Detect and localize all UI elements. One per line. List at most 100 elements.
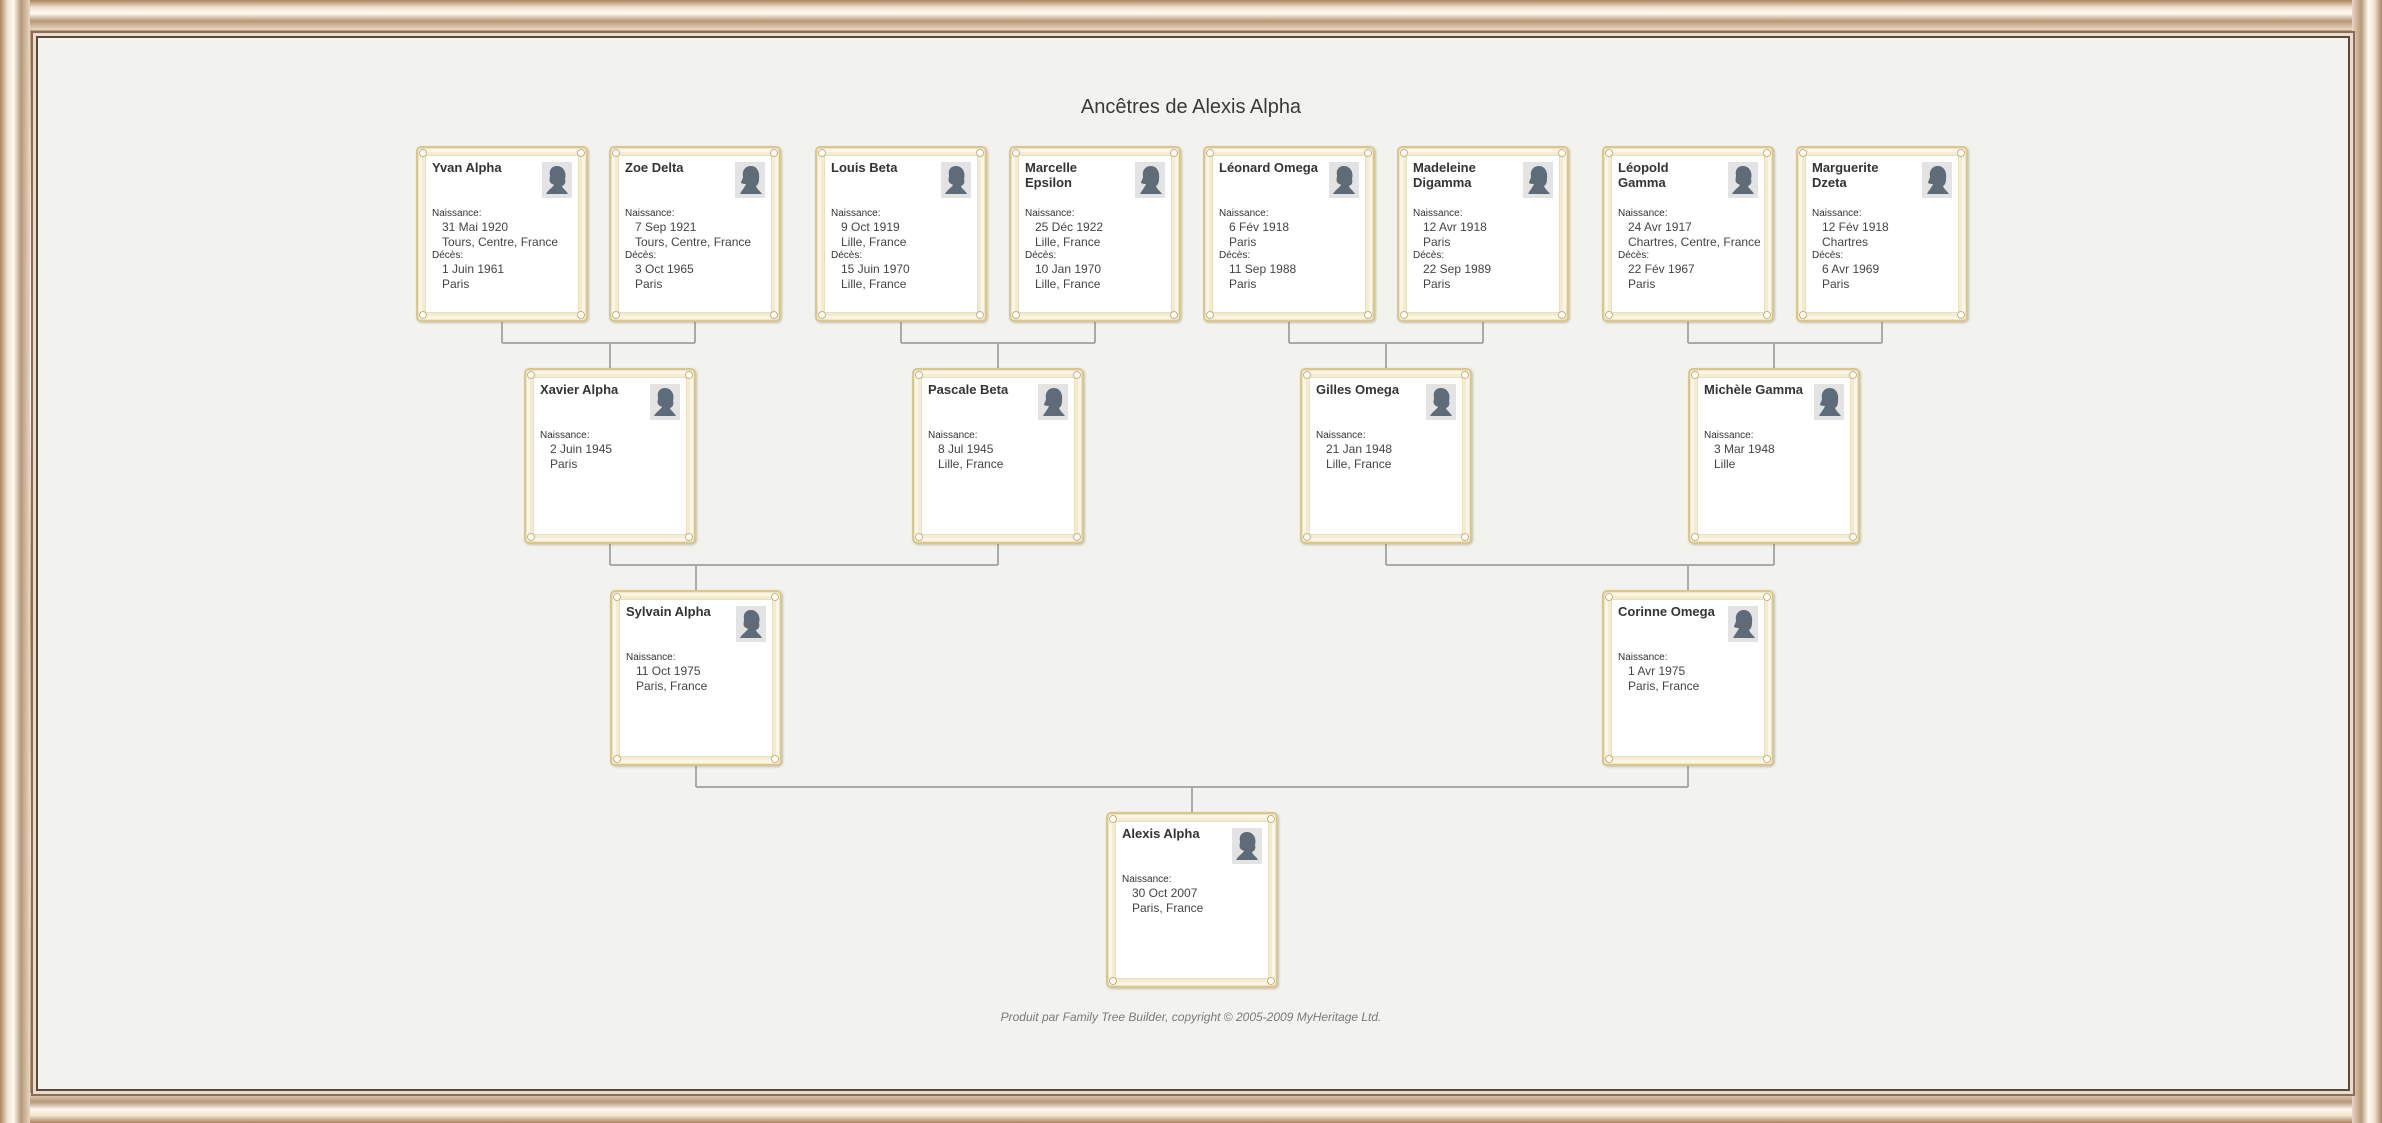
birth-label: Naissance: [540, 430, 590, 441]
death-date: 10 Jan 1970 [1035, 262, 1102, 276]
person-card[interactable]: Alexis Alpha Naissance: 30 Oct 2007 Paris, … [1106, 812, 1278, 988]
birth-place: Tours, Centre, France [442, 235, 559, 249]
corner-ornament [1012, 311, 1020, 319]
birth-place: Lille, France [938, 457, 1004, 471]
birth-date: 8 Jul 1945 [938, 442, 994, 456]
corner-ornament [1605, 149, 1613, 157]
person-name: Louis Beta [831, 160, 898, 175]
person-card[interactable]: Madeleine Digamma Naissance: 12 Avr 1918 Pa… [1397, 146, 1569, 322]
person-card[interactable]: Xavier Alpha Naissance: 2 Juin 1945 Paris [524, 368, 696, 544]
corner-ornament [1267, 815, 1275, 823]
birth-place: Tours, Centre, France [635, 235, 752, 249]
person-card[interactable]: Gilles Omega Naissance: 21 Jan 1948 Lille, … [1300, 368, 1472, 544]
corner-ornament [915, 533, 923, 541]
death-date: 22 Sep 1989 [1423, 262, 1492, 276]
birth-date: 25 Déc 1922 [1035, 220, 1104, 234]
male-silhouette-icon [1329, 162, 1359, 198]
corner-ornament [685, 371, 693, 379]
birth-date: 30 Oct 2007 [1132, 886, 1198, 900]
birth-date: 2 Juin 1945 [550, 442, 613, 456]
person-facts: Naissance: 30 Oct 2007 Paris, France [1122, 874, 1270, 916]
death-place: Lille, France [1035, 277, 1101, 291]
corner-ornament [770, 311, 778, 319]
death-label: Décès: [1025, 250, 1057, 261]
corner-ornament [1849, 371, 1857, 379]
person-card[interactable]: Corinne Omega Naissance: 1 Avr 1975 Paris, … [1602, 590, 1774, 766]
death-place: Paris [1822, 277, 1850, 291]
corner-ornament [1558, 311, 1566, 319]
person-card[interactable]: Zoe Delta Naissance: 7 Sep 1921 Tours, Cent… [609, 146, 781, 322]
female-silhouette-icon [1523, 162, 1553, 198]
corner-ornament [1763, 311, 1771, 319]
corner-ornament [818, 311, 826, 319]
person-name: Léopold Gamma [1618, 160, 1669, 190]
birth-place: Lille [1714, 457, 1736, 471]
person-name: Corinne Omega [1618, 604, 1715, 619]
person-card[interactable]: Michèle Gamma Naissance: 3 Mar 1948 Lille [1688, 368, 1860, 544]
person-card[interactable]: Léopold Gamma Naissance: 24 Avr 1917 Chartr… [1602, 146, 1774, 322]
corner-ornament [1461, 371, 1469, 379]
corner-ornament [612, 311, 620, 319]
death-place: Lille, France [841, 277, 907, 291]
death-label: Décès: [1413, 250, 1445, 261]
corner-ornament [1303, 533, 1311, 541]
corner-ornament [1364, 149, 1372, 157]
female-silhouette-icon [1038, 384, 1068, 420]
birth-place: Paris [550, 457, 578, 471]
birth-place: Paris [1229, 235, 1257, 249]
corner-ornament [1605, 311, 1613, 319]
birth-label: Naissance: [625, 208, 675, 219]
person-name: Gilles Omega [1316, 382, 1400, 397]
corner-ornament [1012, 149, 1020, 157]
person-name: Alexis Alpha [1122, 826, 1200, 841]
person-facts: Naissance: 12 Avr 1918 Paris Décès: 22 Sep 1… [1413, 208, 1561, 292]
corner-ornament [1691, 533, 1699, 541]
person-facts: Naissance: 25 Déc 1922 Lille, France Décès:… [1025, 208, 1173, 292]
person-facts: Naissance: 8 Jul 1945 Lille, France [928, 430, 1076, 472]
person-card[interactable]: Yvan Alpha Naissance: 31 Mai 1920 Tours, Ce… [416, 146, 588, 322]
corner-ornament [1763, 755, 1771, 763]
corner-ornament [577, 311, 585, 319]
person-name: Madeleine Digamma [1413, 160, 1476, 190]
birth-place: Paris, France [1132, 901, 1204, 915]
person-card[interactable]: Pascale Beta Naissance: 8 Jul 1945 Lille, F… [912, 368, 1084, 544]
death-date: 3 Oct 1965 [635, 262, 694, 276]
corner-ornament [1799, 311, 1807, 319]
corner-ornament [527, 371, 535, 379]
corner-ornament [1558, 149, 1566, 157]
birth-date: 9 Oct 1919 [841, 220, 900, 234]
birth-date: 6 Fév 1918 [1229, 220, 1290, 234]
corner-ornament [1799, 149, 1807, 157]
person-facts: Naissance: 7 Sep 1921 Tours, Centre, Franc… [625, 208, 773, 292]
birth-place: Paris, France [636, 679, 708, 693]
person-facts: Naissance: 6 Fév 1918 Paris Décès: 11 Sep 19… [1219, 208, 1367, 292]
person-card[interactable]: Léonard Omega Naissance: 6 Fév 1918 Paris Dé… [1203, 146, 1375, 322]
person-card[interactable]: Louis Beta Naissance: 9 Oct 1919 Lille, Fra… [815, 146, 987, 322]
person-card[interactable]: Sylvain Alpha Naissance: 11 Oct 1975 Paris,… [610, 590, 782, 766]
birth-place: Paris [1423, 235, 1451, 249]
person-facts: Naissance: 9 Oct 1919 Lille, France Décès: 1… [831, 208, 979, 292]
corner-ornament [613, 755, 621, 763]
corner-ornament [1605, 755, 1613, 763]
birth-label: Naissance: [1618, 208, 1668, 219]
birth-place: Lille, France [1326, 457, 1392, 471]
person-card[interactable]: Marcelle Epsilon Naissance: 25 Déc 1922 Lil… [1009, 146, 1181, 322]
death-label: Décès: [1219, 250, 1251, 261]
birth-label: Naissance: [1025, 208, 1075, 219]
birth-date: 7 Sep 1921 [635, 220, 697, 234]
person-card[interactable]: Marguerite Dzeta Naissance: 12 Fév 1918 Cha… [1796, 146, 1968, 322]
female-silhouette-icon [735, 162, 765, 198]
male-silhouette-icon [542, 162, 572, 198]
birth-label: Naissance: [432, 208, 482, 219]
death-place: Paris [1229, 277, 1257, 291]
birth-label: Naissance: [1618, 652, 1668, 663]
death-place: Paris [635, 277, 663, 291]
corner-ornament [771, 755, 779, 763]
male-silhouette-icon [1232, 828, 1262, 864]
birth-date: 3 Mar 1948 [1714, 442, 1775, 456]
corner-ornament [1170, 311, 1178, 319]
death-date: 1 Juin 1961 [442, 262, 505, 276]
birth-date: 24 Avr 1917 [1628, 220, 1692, 234]
birth-place: Lille, France [1035, 235, 1101, 249]
corner-ornament [1400, 311, 1408, 319]
